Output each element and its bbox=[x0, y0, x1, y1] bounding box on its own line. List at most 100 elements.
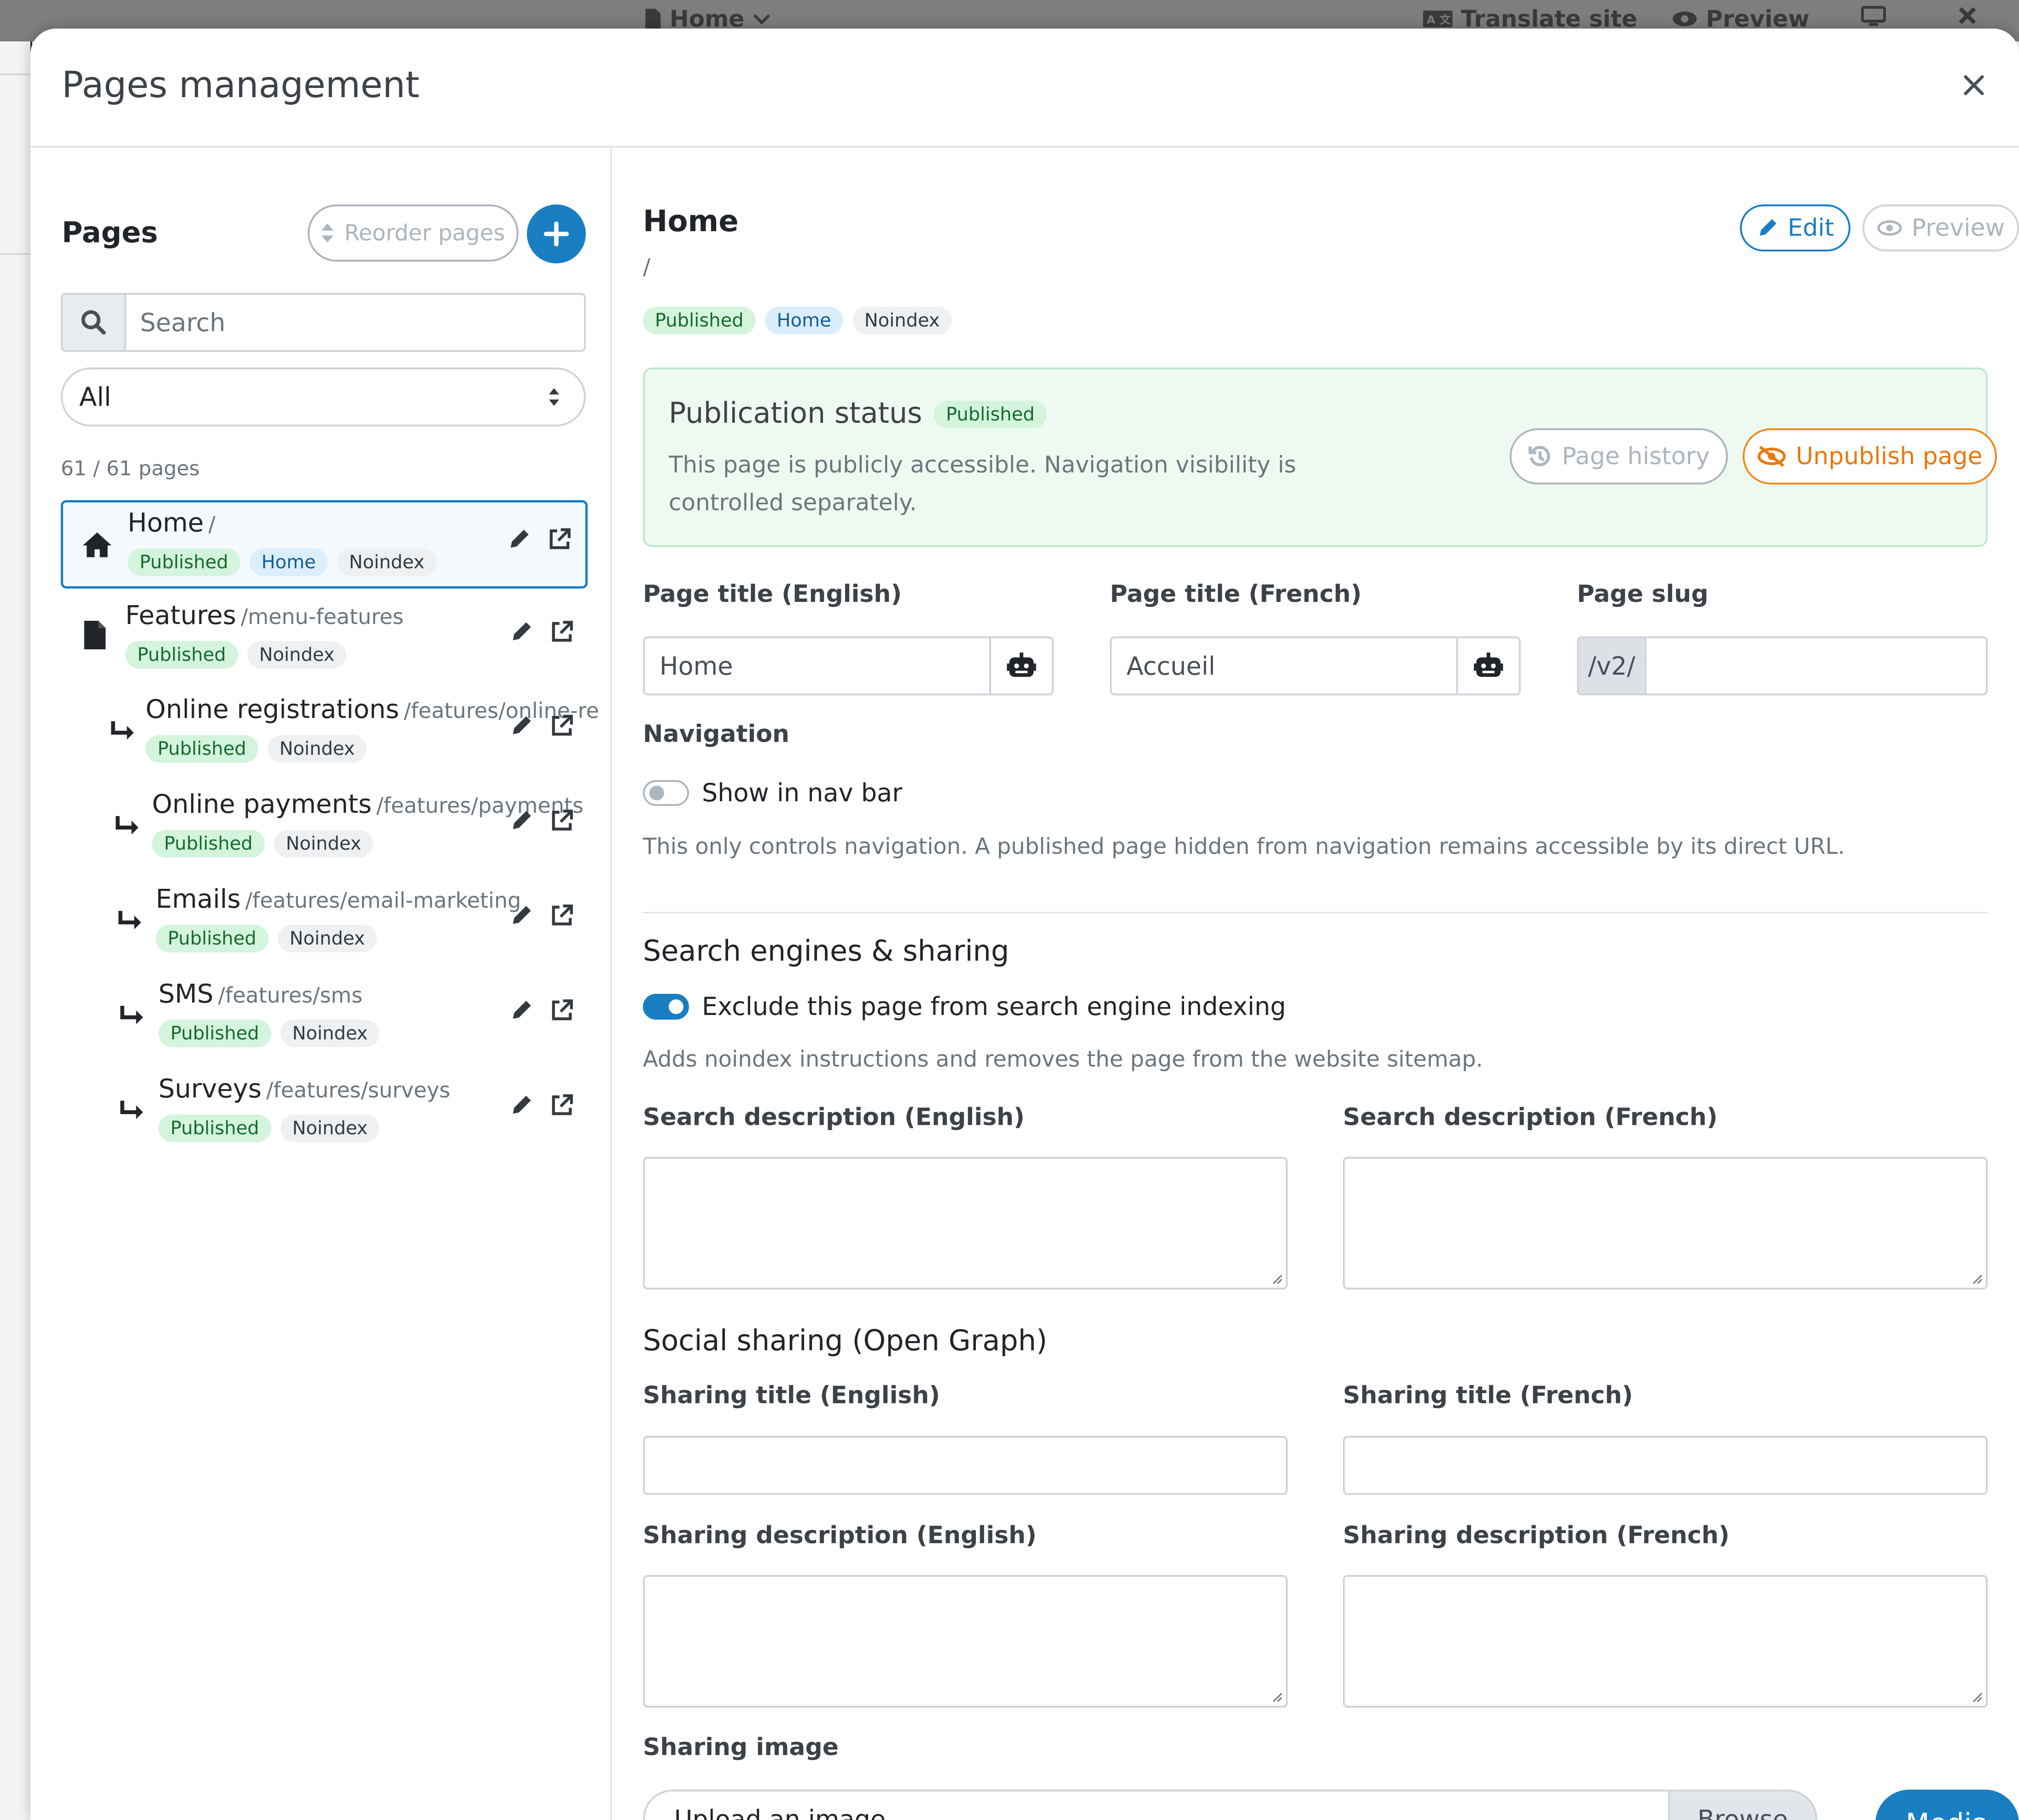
add-page-button[interactable] bbox=[527, 204, 586, 263]
noindex-badge: Noindex bbox=[267, 735, 367, 763]
search-addon bbox=[63, 295, 126, 350]
search-input[interactable] bbox=[126, 295, 584, 350]
page-item-home[interactable]: Home / Published Home Noindex bbox=[61, 500, 588, 589]
search-desc-en-label: Search description (English) bbox=[643, 1103, 1025, 1131]
published-badge: Published bbox=[156, 925, 268, 952]
pencil-icon[interactable] bbox=[509, 998, 533, 1022]
page-search bbox=[61, 293, 586, 352]
page-detail-slug: / bbox=[643, 254, 651, 280]
sort-icon bbox=[321, 223, 333, 243]
pencil-icon[interactable] bbox=[509, 1093, 533, 1117]
sharing-image-upload[interactable]: Upload an image Browse bbox=[643, 1790, 1817, 1820]
external-link-icon[interactable] bbox=[550, 809, 574, 833]
pages-management-modal: Pages management Pages Reorder pages All… bbox=[30, 29, 2019, 1820]
noindex-toggle[interactable] bbox=[643, 993, 689, 1020]
external-link-icon[interactable] bbox=[550, 998, 574, 1022]
eye-icon bbox=[1673, 12, 1697, 26]
monitor-icon bbox=[1861, 6, 1886, 26]
page-slug: /features/surveys bbox=[266, 1078, 450, 1102]
search-desc-en-textarea[interactable] bbox=[643, 1157, 1288, 1289]
page-title-fr-input[interactable] bbox=[1112, 638, 1456, 694]
external-link-icon[interactable] bbox=[550, 1093, 574, 1117]
page-name: Surveys bbox=[158, 1074, 262, 1104]
preview-button[interactable]: Preview bbox=[1862, 204, 2019, 251]
sharing-desc-en-textarea[interactable] bbox=[643, 1575, 1288, 1708]
show-in-nav-row: Show in nav bar bbox=[643, 778, 902, 807]
eye-icon bbox=[1877, 220, 1902, 236]
resize-grip-icon bbox=[1972, 1692, 1983, 1703]
sharing-title-fr-input[interactable] bbox=[1343, 1436, 1988, 1495]
external-link-icon[interactable] bbox=[548, 527, 572, 551]
page-badges: Published Noindex bbox=[146, 735, 367, 763]
pencil-icon[interactable] bbox=[507, 527, 531, 551]
pencil-icon bbox=[1759, 219, 1776, 236]
pages-sidebar: Pages Reorder pages All 61 / 61 pages bbox=[30, 147, 612, 1820]
page-name: Home bbox=[128, 508, 204, 538]
page-badges: Published Noindex bbox=[152, 830, 373, 858]
file-icon bbox=[645, 9, 661, 29]
robot-icon bbox=[1474, 653, 1503, 677]
sharing-title-en-label: Sharing title (English) bbox=[643, 1382, 940, 1409]
chevron-down-icon bbox=[753, 14, 770, 25]
page-slug-input[interactable] bbox=[1646, 638, 1986, 694]
publication-status-title: Publication status bbox=[669, 396, 922, 430]
pencil-icon[interactable] bbox=[509, 620, 533, 644]
media-button[interactable]: Media bbox=[1875, 1790, 2019, 1820]
page-item-online-payments[interactable]: Online payments/features/payments Publis… bbox=[61, 784, 588, 872]
ai-translate-button[interactable] bbox=[1456, 638, 1519, 694]
modal-header: Pages management bbox=[30, 29, 2019, 147]
page-filter-select[interactable]: All bbox=[61, 368, 586, 426]
page-history-button[interactable]: Page history bbox=[1510, 428, 1728, 484]
house-icon bbox=[82, 531, 113, 559]
edit-button[interactable]: Edit bbox=[1740, 204, 1850, 251]
modal-close-button[interactable] bbox=[1956, 68, 1991, 103]
page-item-sms[interactable]: SMS/features/sms Published Noindex bbox=[61, 974, 588, 1062]
page-name: SMS bbox=[158, 979, 214, 1009]
page-badges: Published Noindex bbox=[125, 641, 347, 669]
page-slug-label: Page slug bbox=[1577, 580, 1709, 608]
noindex-badge: Noindex bbox=[274, 830, 373, 858]
noindex-badge: Noindex bbox=[280, 1114, 380, 1142]
external-link-icon[interactable] bbox=[550, 620, 574, 644]
navigation-label: Navigation bbox=[643, 720, 790, 748]
page-item-online-registrations[interactable]: Online registrations/features/online-re … bbox=[61, 689, 599, 777]
external-link-icon[interactable] bbox=[550, 714, 574, 738]
bg-monitor-icon[interactable] bbox=[1861, 6, 1886, 26]
page-item-surveys[interactable]: Surveys/features/surveys Published Noind… bbox=[61, 1068, 588, 1157]
pencil-icon[interactable] bbox=[509, 809, 533, 833]
page-item-features[interactable]: Features/menu-features Published Noindex bbox=[61, 595, 588, 683]
page-title-en-input[interactable] bbox=[645, 638, 989, 694]
child-arrow-icon bbox=[110, 718, 137, 742]
ai-translate-button[interactable] bbox=[989, 638, 1052, 694]
file-icon bbox=[84, 621, 106, 649]
page-badges: Published Home Noindex bbox=[128, 548, 437, 576]
page-item-emails[interactable]: Emails/features/email-marketing Publishe… bbox=[61, 879, 588, 967]
page-actions bbox=[509, 620, 574, 644]
browse-button[interactable]: Browse bbox=[1668, 1791, 1815, 1820]
reorder-pages-button[interactable]: Reorder pages bbox=[308, 204, 519, 262]
social-sharing-title: Social sharing (Open Graph) bbox=[643, 1324, 1048, 1357]
noindex-badge: Noindex bbox=[337, 548, 437, 576]
unpublish-page-button[interactable]: Unpublish page bbox=[1743, 428, 1997, 484]
sharing-title-en-input[interactable] bbox=[643, 1436, 1288, 1495]
pencil-icon[interactable] bbox=[509, 714, 533, 738]
search-desc-fr-textarea[interactable] bbox=[1343, 1157, 1988, 1289]
resize-grip-icon bbox=[1272, 1692, 1283, 1703]
pencil-icon[interactable] bbox=[509, 904, 533, 928]
resize-grip-icon bbox=[1972, 1274, 1983, 1284]
page-detail-panel: Home / Published Home Noindex Edit Previ… bbox=[643, 147, 2019, 1820]
svg-text:A: A bbox=[1427, 13, 1435, 26]
page-name: Online payments bbox=[152, 789, 372, 819]
sharing-title-fr-label: Sharing title (French) bbox=[1343, 1382, 1633, 1409]
slug-prefix: /v2/ bbox=[1579, 638, 1646, 694]
publication-status-card: Publication status Published This page i… bbox=[643, 368, 1997, 547]
select-caret-icon bbox=[549, 388, 559, 406]
show-in-nav-toggle[interactable] bbox=[643, 780, 689, 806]
sharing-desc-fr-textarea[interactable] bbox=[1343, 1575, 1988, 1708]
child-arrow-icon bbox=[114, 813, 142, 837]
filter-value: All bbox=[79, 382, 111, 412]
bg-close-icon[interactable] bbox=[1957, 6, 1978, 26]
external-link-icon[interactable] bbox=[550, 904, 574, 928]
plus-icon bbox=[543, 221, 569, 247]
sharing-desc-fr-label: Sharing description (French) bbox=[1343, 1522, 1730, 1549]
